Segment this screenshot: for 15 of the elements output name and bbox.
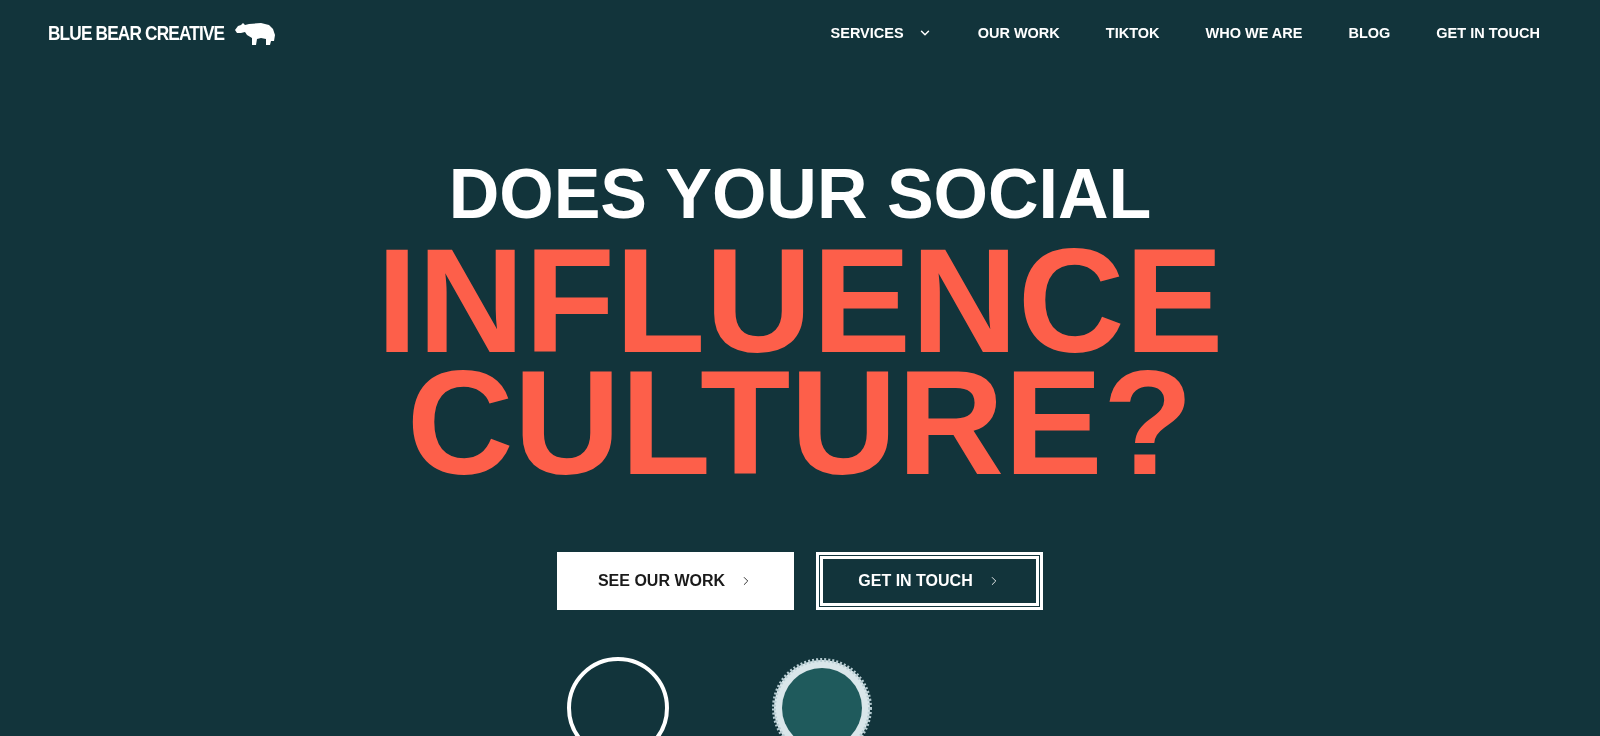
- nav-link[interactable]: WHO WE ARE: [1205, 25, 1303, 41]
- nav-link[interactable]: BLOG: [1348, 25, 1391, 41]
- logo-text[interactable]: BLUE BEAR CREATIVE: [48, 21, 225, 45]
- badge-icon: [566, 656, 670, 736]
- nav-link[interactable]: OUR WORK: [977, 25, 1060, 41]
- seal-icon: [770, 656, 874, 736]
- nav-link[interactable]: GET IN TOUCH: [1436, 25, 1540, 41]
- see-work-button[interactable]: SEE OUR WORK: [557, 552, 794, 610]
- hero-headline: CULTURE?: [406, 362, 1194, 484]
- contact-button[interactable]: GET IN TOUCH: [816, 552, 1043, 610]
- nav-link[interactable]: TIKTOK: [1105, 25, 1160, 41]
- nav-link[interactable]: SERVICES: [830, 25, 932, 41]
- hero-headline: INFLUENCE: [376, 240, 1224, 362]
- hero-kicker: DOES YOUR SOCIAL: [448, 154, 1152, 234]
- bear-icon: [232, 20, 277, 46]
